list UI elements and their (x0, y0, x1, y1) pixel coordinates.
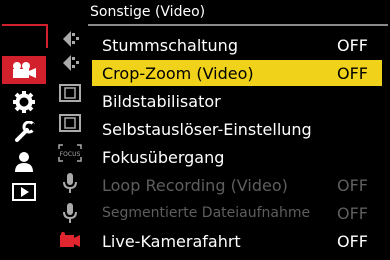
menu-item-label: Selbstauslöser-Einstellung (102, 119, 312, 139)
subtab-4[interactable] (52, 110, 88, 136)
tab-my-menu[interactable] (2, 148, 46, 176)
menu-item-label: Crop-Zoom (Video) (102, 63, 254, 83)
menu-item-crop-zoom[interactable]: Crop-Zoom (Video) OFF (92, 60, 382, 86)
menu-item-label: Segmentierte Dateiaufnahme (102, 205, 311, 221)
film-frame-icon (59, 114, 81, 132)
subtab-5[interactable]: FOCUS (52, 140, 88, 166)
menu-item-live-kamerafahrt[interactable]: Live-Kamerafahrt OFF (92, 228, 382, 254)
menu-item-selbstausloeser[interactable]: Selbstauslöser-Einstellung (92, 116, 382, 142)
playback-icon (12, 183, 36, 201)
subtab-3[interactable] (52, 80, 88, 106)
menu-item-label: Stummschaltung (102, 35, 238, 55)
menu-item-value: OFF (337, 35, 368, 55)
video-camera-icon (13, 62, 36, 78)
tab-setup[interactable] (2, 118, 46, 146)
menu-item-label: Loop Recording (Video) (102, 175, 288, 195)
microphone-icon (63, 173, 77, 193)
menu-item-label: Fokusübergang (102, 147, 225, 167)
subtab-7[interactable] (52, 200, 88, 226)
subtab-6[interactable] (52, 170, 88, 196)
menu-item-value: OFF (337, 231, 368, 251)
wrench-icon (15, 121, 35, 142)
tab-video[interactable] (2, 56, 46, 84)
subtab-2[interactable] (52, 50, 88, 76)
menu-item-label: Bildstabilisator (102, 91, 221, 111)
menu-item-value: OFF (337, 175, 368, 195)
menu-item-bildstabilisator[interactable]: Bildstabilisator (92, 88, 382, 114)
focus-frame-icon: FOCUS (58, 144, 82, 162)
main-tab-bar (0, 26, 48, 260)
menu-item-stummschaltung[interactable]: Stummschaltung OFF (92, 32, 382, 58)
menu-item-value: OFF (337, 63, 368, 83)
quality-diamond-icon (63, 55, 79, 71)
menu-item-segmentierte-dateiaufnahme[interactable]: Segmentierte Dateiaufnahme OFF (92, 200, 382, 226)
menu-item-value: OFF (337, 203, 368, 223)
microphone-icon (63, 203, 77, 223)
subtab-8-active[interactable] (52, 228, 88, 254)
sub-tab-bar: FOCUS (48, 26, 88, 260)
menu-item-loop-recording[interactable]: Loop Recording (Video) OFF (92, 172, 382, 198)
page-title: Sonstige (Video) (90, 4, 206, 20)
menu-item-fokusuebergang[interactable]: Fokusübergang (92, 144, 382, 170)
menu-item-label: Live-Kamerafahrt (102, 231, 241, 251)
quality-diamond-icon (63, 31, 79, 47)
person-icon (15, 152, 33, 172)
gear-icon (13, 91, 35, 113)
title-underline (88, 24, 388, 26)
tab-playback[interactable] (2, 178, 46, 206)
tab-custom[interactable] (2, 88, 46, 116)
red-video-camera-icon (60, 232, 80, 247)
subtab-1[interactable] (52, 26, 88, 52)
film-frame-icon (59, 84, 81, 102)
svg-text:FOCUS: FOCUS (60, 151, 81, 158)
